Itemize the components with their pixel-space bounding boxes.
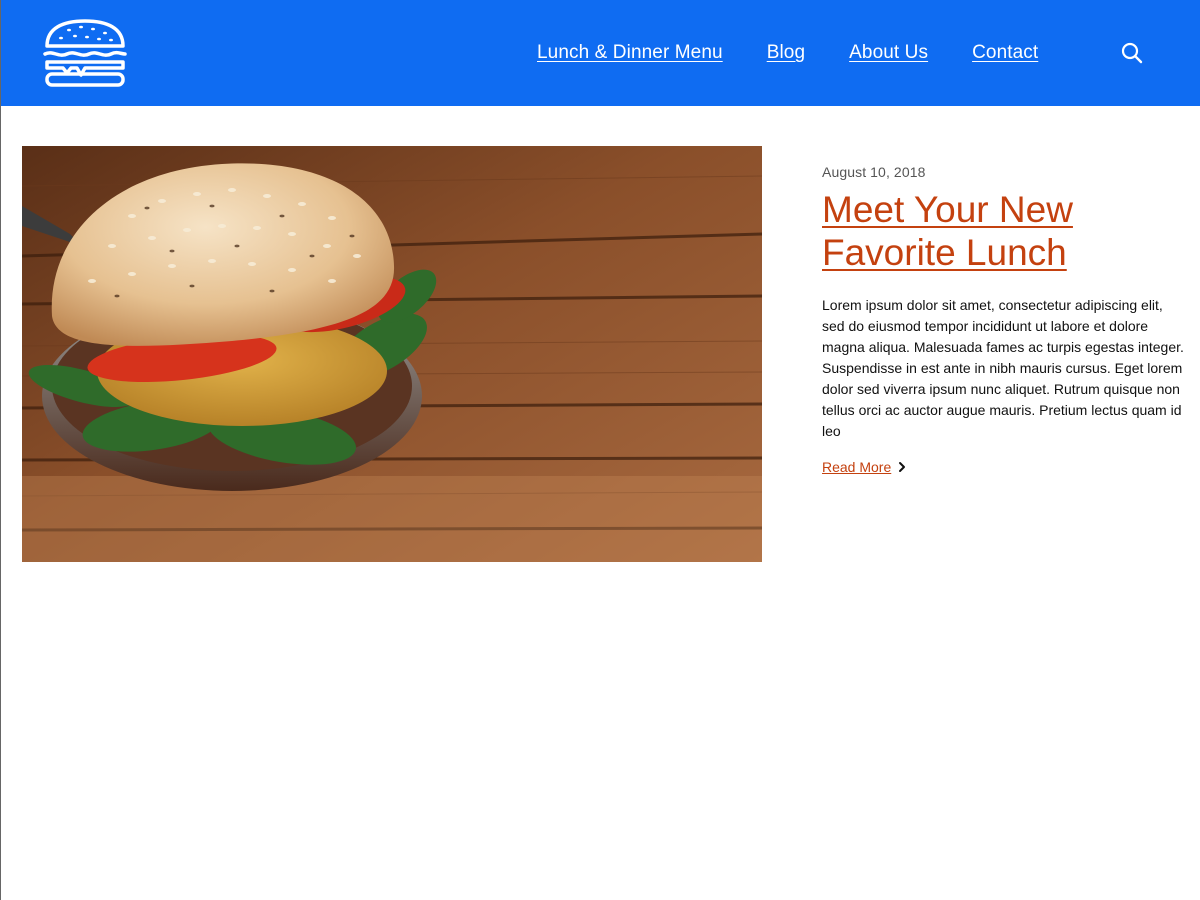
nav-contact[interactable]: Contact bbox=[972, 42, 1038, 64]
post-title-link[interactable]: Meet Your New Favorite Lunch bbox=[822, 188, 1184, 274]
nav-blog[interactable]: Blog bbox=[767, 42, 805, 64]
post-date: August 10, 2018 bbox=[822, 164, 926, 180]
post-excerpt: Lorem ipsum dolor sit amet, consectetur … bbox=[822, 297, 1184, 439]
site-header: Lunch & Dinner Menu Blog About Us Contac… bbox=[1, 0, 1200, 106]
blog-post: August 10, 2018 Meet Your New Favorite L… bbox=[822, 164, 1184, 477]
chevron-right-icon bbox=[899, 462, 906, 472]
main-nav: Lunch & Dinner Menu Blog About Us Contac… bbox=[537, 0, 1082, 106]
nav-about-us[interactable]: About Us bbox=[849, 42, 928, 64]
burger-logo-icon[interactable] bbox=[41, 18, 129, 88]
search-icon[interactable] bbox=[1120, 41, 1144, 65]
post-hero-image[interactable] bbox=[22, 146, 762, 562]
burger-photo bbox=[22, 146, 762, 562]
read-more-label: Read More bbox=[822, 459, 892, 475]
read-more-link[interactable]: Read More bbox=[822, 459, 907, 475]
nav-lunch-dinner-menu[interactable]: Lunch & Dinner Menu bbox=[537, 42, 723, 64]
